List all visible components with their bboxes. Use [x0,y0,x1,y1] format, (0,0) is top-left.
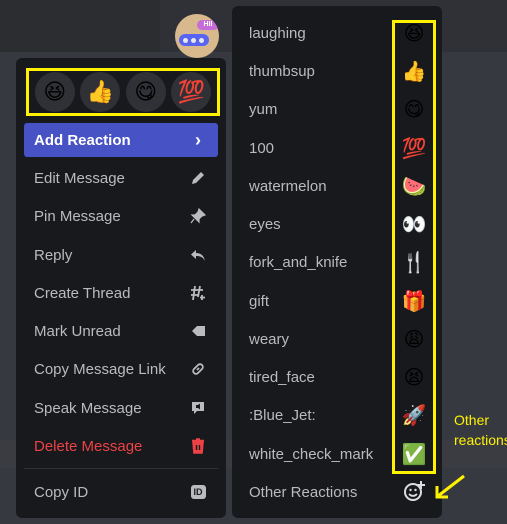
avatar-dot [199,38,204,43]
avatar-dot [191,38,196,43]
id-icon: ID [188,482,208,502]
pin-icon [188,206,208,226]
edit-message-label: Edit Message [34,169,125,187]
yum-icon[interactable]: 😋 [125,72,166,112]
reaction-item-label: yum [249,100,278,118]
speak-message-item[interactable]: Speak Message [24,391,218,425]
reaction-item-label: eyes [249,215,281,233]
quick-reactions-bar: 😆 👍 😋 💯 [26,68,220,116]
channel-sidebar-edge [0,0,160,52]
reaction-item-label: thumbsup [249,62,315,80]
pin-message-item[interactable]: Pin Message [24,199,218,233]
reply-label: Reply [34,246,73,264]
gift-icon: 🎁 [401,290,427,313]
blue-jet-icon: 🚀 [401,404,427,427]
link-icon [188,359,208,379]
annotation-label: Other reactions [454,412,507,448]
laughing-icon: 😆 [403,22,425,45]
speak-message-label: Speak Message [34,399,142,417]
other-reactions-label: Other Reactions [249,483,358,501]
copy-message-link-item[interactable]: Copy Message Link [24,352,218,386]
copy-id-label: Copy ID [34,483,89,501]
create-thread-label: Create Thread [34,284,131,302]
reaction-item-label: 100 [249,139,275,157]
weary-icon: 😩 [403,328,425,351]
reaction-item-label: white_check_mark [249,445,374,463]
reaction-item-label: gift [249,292,270,310]
unread-flag-icon [188,321,208,341]
reaction-item-label: :Blue_Jet: [249,406,316,424]
create-thread-item[interactable]: Create Thread [24,276,218,310]
avatar-dot [183,38,188,43]
white-check-mark-icon: ✅ [401,443,427,466]
copy-id-item[interactable]: Copy ID ID [24,475,218,509]
thumbsup-icon: 👍 [401,60,427,83]
delete-message-item[interactable]: Delete Message [24,429,218,463]
chevron-right-icon: › [195,129,201,150]
mark-unread-item[interactable]: Mark Unread [24,314,218,348]
hundred-icon[interactable]: 💯 [171,72,212,112]
annotation-arrow-icon [435,474,465,499]
pencil-icon [188,168,208,188]
avatar[interactable]: HII [175,14,219,58]
reply-item[interactable]: Reply [24,238,218,272]
thumbsup-icon[interactable]: 👍 [80,72,121,112]
add-reaction-item[interactable]: Add Reaction › [24,123,218,157]
add-reaction-label: Add Reaction [34,131,131,149]
yum-icon: 😋 [403,98,425,121]
reaction-item-label: fork_and_knife [249,253,348,271]
laughing-icon[interactable]: 😆 [34,72,75,112]
add-emoji-icon[interactable] [400,476,430,506]
fork-and-knife-icon: 🍴 [401,251,427,274]
speaker-bubble-icon [188,398,208,418]
delete-message-label: Delete Message [34,437,143,455]
eyes-icon: 👀 [401,213,427,236]
pin-message-label: Pin Message [34,207,121,225]
thread-icon [188,283,208,303]
reply-icon [188,245,208,265]
hundred-icon: 💯 [401,137,427,160]
reaction-item-label: laughing [249,24,306,42]
avatar-badge: HII [197,20,219,30]
trash-icon [188,436,208,456]
copy-message-link-label: Copy Message Link [34,360,166,378]
edit-message-item[interactable]: Edit Message [24,161,218,195]
reaction-item-label: weary [249,330,290,348]
tired-face-icon: 😫 [403,366,425,389]
menu-divider [24,468,218,469]
mark-unread-label: Mark Unread [34,322,121,340]
reaction-item-label: tired_face [249,368,315,386]
reaction-item-label: watermelon [249,177,327,195]
watermelon-icon: 🍉 [401,175,427,198]
